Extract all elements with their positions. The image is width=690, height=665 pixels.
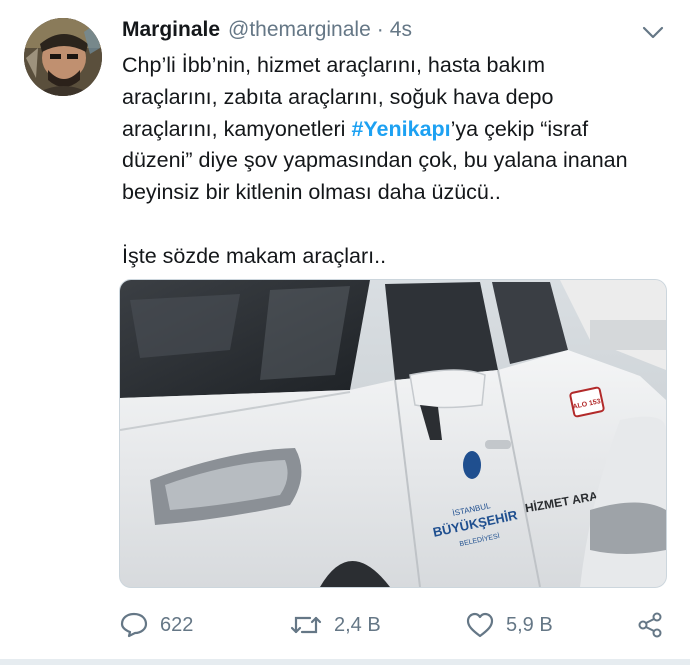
retweet-button[interactable]: 2,4 B: [290, 609, 381, 641]
tweet-header: Marginale @themarginale · 4s: [122, 18, 412, 46]
tweet-timestamp[interactable]: 4s: [390, 18, 412, 42]
share-button[interactable]: [636, 609, 676, 641]
like-button[interactable]: 5,9 B: [466, 609, 553, 641]
tweet-text-line: İşte sözde makam araçları..: [122, 243, 387, 268]
reply-button[interactable]: 622: [120, 609, 193, 641]
tweet-text-line: araçlarını, kamyonetleri #Yenikapı’ya çe…: [122, 114, 667, 146]
like-count: 5,9 B: [506, 613, 553, 636]
heart-icon: [466, 612, 494, 638]
avatar[interactable]: [24, 18, 102, 96]
tweet-divider: [0, 659, 690, 665]
tweet-media-image[interactable]: İSTANBUL BÜYÜKŞEHİR BELEDİYESİ HİZMET AR…: [119, 279, 667, 588]
tweet-text-line: beyinsiz bir kitlenin olması daha üzücü.…: [122, 180, 501, 205]
tweet-text-line: Chp’li İbb’nin, hizmet araçlarını, hasta…: [122, 53, 546, 77]
tweet-card[interactable]: Marginale @themarginale · 4s Chp’li İbb’…: [0, 0, 690, 665]
chevron-down-icon[interactable]: [642, 26, 664, 40]
share-icon: [638, 612, 662, 638]
author-name[interactable]: Marginale: [122, 18, 220, 42]
hashtag-link[interactable]: #Yenikapı: [351, 117, 450, 141]
header-separator: ·: [376, 18, 384, 41]
paragraph-break: [122, 209, 667, 241]
reply-count: 622: [160, 613, 194, 636]
author-handle[interactable]: @themarginale: [228, 18, 371, 42]
tweet-text-segment: araçlarını, kamyonetleri: [122, 116, 352, 141]
tweet-text-segment: ’ya çekip “israf: [450, 116, 589, 141]
reply-icon: [120, 612, 148, 638]
retweet-count: 2,4 B: [334, 613, 381, 636]
tweet-text-line: araçlarını, zabıta araçlarını, soğuk hav…: [122, 84, 554, 109]
retweet-icon: [290, 616, 322, 634]
tweet-text-line: düzeni” diye şov yapmasından çok, bu yal…: [122, 148, 628, 173]
tweet-text: Chp’li İbb’nin, hizmet araçlarını, hasta…: [122, 50, 667, 273]
tweet-actions: 622 2,4 B 5,9 B: [0, 605, 690, 645]
